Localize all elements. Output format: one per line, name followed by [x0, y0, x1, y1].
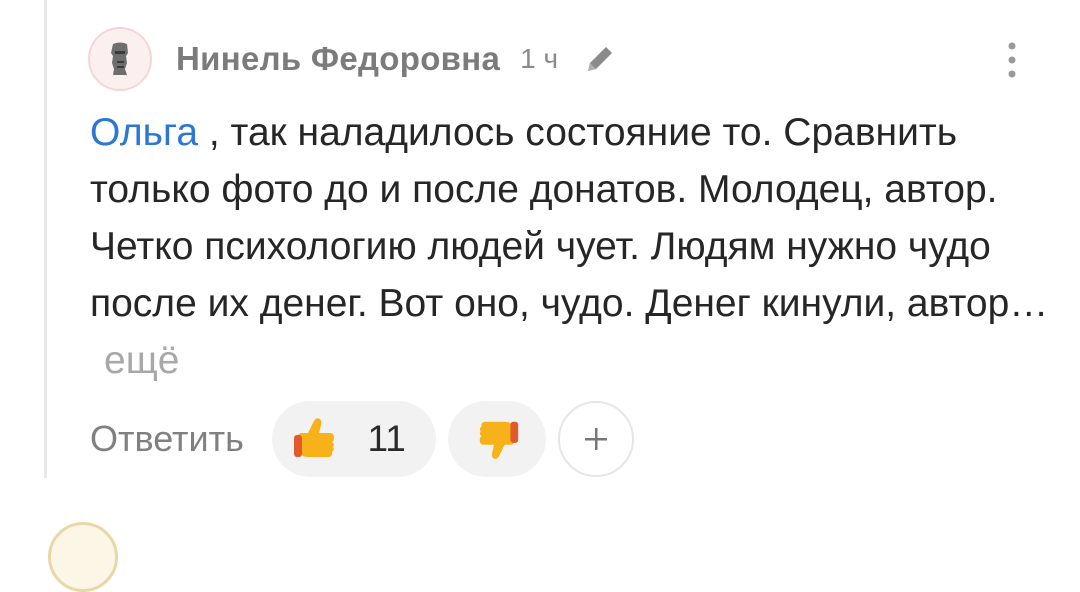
comment-actions: Ответить 11 — [90, 400, 634, 478]
like-button[interactable]: 11 — [271, 401, 436, 477]
add-reaction-button[interactable] — [557, 401, 634, 477]
comment-header: Нинель Федоровна 1 ч — [88, 26, 618, 92]
thread-line — [44, 0, 47, 478]
thumbs-up-icon — [293, 418, 334, 457]
plus-icon — [584, 428, 607, 450]
thumbs-down-icon — [479, 421, 519, 459]
pencil-icon — [588, 47, 613, 71]
comment-body: Ольга , так наладилось состояние то. Сра… — [90, 104, 1050, 389]
comment-text: , так наладилось состояние то. Сравнить … — [90, 111, 1049, 325]
reply-button[interactable]: Ответить — [90, 418, 244, 460]
author-name[interactable]: Нинель Федоровна — [176, 40, 500, 78]
dislike-button[interactable] — [447, 401, 546, 477]
comment-time: 1 ч — [520, 43, 559, 74]
moai-statue-icon — [111, 42, 128, 75]
show-more-link[interactable]: ещё — [104, 339, 179, 382]
vertical-dots-icon[interactable] — [1001, 40, 1023, 80]
mention-link[interactable]: Ольга — [90, 111, 198, 154]
like-count: 11 — [367, 418, 406, 459]
author-avatar[interactable] — [88, 27, 152, 91]
next-comment-avatar[interactable] — [48, 522, 118, 592]
